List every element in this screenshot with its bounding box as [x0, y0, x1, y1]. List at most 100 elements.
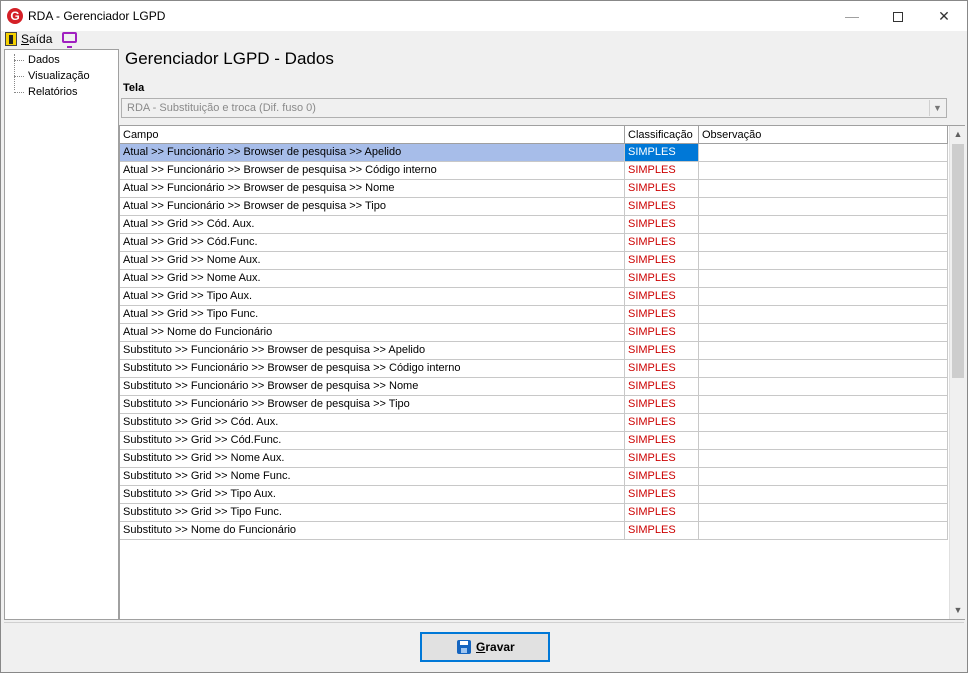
cell-classificacao[interactable]: SIMPLES — [625, 450, 699, 467]
cell-campo[interactable]: Atual >> Funcionário >> Browser de pesqu… — [120, 144, 625, 161]
cell-campo[interactable]: Substituto >> Nome do Funcionário — [120, 522, 625, 539]
cell-campo[interactable]: Atual >> Grid >> Tipo Aux. — [120, 288, 625, 305]
cell-classificacao[interactable]: SIMPLES — [625, 306, 699, 323]
cell-observacao[interactable] — [699, 468, 948, 485]
cell-campo[interactable]: Atual >> Grid >> Nome Aux. — [120, 270, 625, 287]
table-row[interactable]: Substituto >> Grid >> Nome Func. SIMPLES — [120, 468, 948, 486]
cell-observacao[interactable] — [699, 198, 948, 215]
scrollbar-thumb[interactable] — [952, 144, 964, 378]
table-row[interactable]: Atual >> Nome do Funcionário SIMPLES — [120, 324, 948, 342]
cell-campo[interactable]: Substituto >> Grid >> Nome Func. — [120, 468, 625, 485]
tree-item-relatorios[interactable]: Relatórios — [14, 84, 78, 100]
table-row[interactable]: Substituto >> Grid >> Tipo Aux. SIMPLES — [120, 486, 948, 504]
cell-classificacao[interactable]: SIMPLES — [625, 522, 699, 539]
cell-observacao[interactable] — [699, 270, 948, 287]
title-bar[interactable]: G RDA - Gerenciador LGPD — ✕ — [1, 1, 967, 31]
exit-door-icon[interactable] — [5, 32, 17, 46]
cell-observacao[interactable] — [699, 252, 948, 269]
tela-select[interactable]: RDA - Substituição e troca (Dif. fuso 0)… — [121, 98, 947, 118]
monitor-icon[interactable] — [62, 32, 77, 48]
maximize-button[interactable] — [875, 1, 921, 31]
cell-observacao[interactable] — [699, 378, 948, 395]
vertical-scrollbar[interactable]: ▲ ▼ — [949, 126, 965, 619]
cell-classificacao[interactable]: SIMPLES — [625, 378, 699, 395]
table-row[interactable]: Atual >> Grid >> Tipo Func. SIMPLES — [120, 306, 948, 324]
cell-campo[interactable]: Atual >> Nome do Funcionário — [120, 324, 625, 341]
cell-observacao[interactable] — [699, 414, 948, 431]
table-row[interactable]: Substituto >> Grid >> Cód. Aux. SIMPLES — [120, 414, 948, 432]
cell-classificacao[interactable]: SIMPLES — [625, 324, 699, 341]
cell-classificacao[interactable]: SIMPLES — [625, 234, 699, 251]
cell-classificacao[interactable]: SIMPLES — [625, 198, 699, 215]
table-row[interactable]: Atual >> Grid >> Tipo Aux. SIMPLES — [120, 288, 948, 306]
cell-classificacao[interactable]: SIMPLES — [625, 432, 699, 449]
cell-campo[interactable]: Atual >> Funcionário >> Browser de pesqu… — [120, 180, 625, 197]
cell-classificacao[interactable]: SIMPLES — [625, 252, 699, 269]
table-row[interactable]: Atual >> Grid >> Nome Aux. SIMPLES — [120, 252, 948, 270]
cell-campo[interactable]: Substituto >> Grid >> Tipo Func. — [120, 504, 625, 521]
table-row[interactable]: Atual >> Funcionário >> Browser de pesqu… — [120, 144, 948, 162]
cell-campo[interactable]: Substituto >> Funcionário >> Browser de … — [120, 360, 625, 377]
cell-observacao[interactable] — [699, 180, 948, 197]
cell-campo[interactable]: Atual >> Funcionário >> Browser de pesqu… — [120, 198, 625, 215]
table-row[interactable]: Substituto >> Funcionário >> Browser de … — [120, 360, 948, 378]
minimize-button[interactable]: — — [829, 1, 875, 31]
cell-observacao[interactable] — [699, 234, 948, 251]
cell-campo[interactable]: Atual >> Grid >> Tipo Func. — [120, 306, 625, 323]
cell-campo[interactable]: Substituto >> Funcionário >> Browser de … — [120, 396, 625, 413]
cell-classificacao[interactable]: SIMPLES — [625, 216, 699, 233]
cell-campo[interactable]: Substituto >> Funcionário >> Browser de … — [120, 378, 625, 395]
cell-classificacao[interactable]: SIMPLES — [625, 414, 699, 431]
cell-classificacao[interactable]: SIMPLES — [625, 180, 699, 197]
column-header-campo[interactable]: Campo — [120, 126, 625, 144]
menu-saida[interactable]: Saída — [21, 32, 52, 46]
table-row[interactable]: Atual >> Grid >> Cód. Aux. SIMPLES — [120, 216, 948, 234]
chevron-down-icon[interactable]: ▼ — [929, 100, 945, 116]
table-row[interactable]: Atual >> Funcionário >> Browser de pesqu… — [120, 180, 948, 198]
table-row[interactable]: Substituto >> Funcionário >> Browser de … — [120, 342, 948, 360]
cell-classificacao[interactable]: SIMPLES — [625, 486, 699, 503]
cell-classificacao[interactable]: SIMPLES — [625, 162, 699, 179]
cell-observacao[interactable] — [699, 342, 948, 359]
cell-observacao[interactable] — [699, 504, 948, 521]
cell-campo[interactable]: Substituto >> Grid >> Nome Aux. — [120, 450, 625, 467]
scroll-down-icon[interactable]: ▼ — [950, 602, 966, 619]
cell-observacao[interactable] — [699, 432, 948, 449]
cell-classificacao[interactable]: SIMPLES — [625, 144, 699, 161]
table-row[interactable]: Substituto >> Nome do Funcionário SIMPLES — [120, 522, 948, 540]
cell-observacao[interactable] — [699, 450, 948, 467]
table-row[interactable]: Atual >> Grid >> Nome Aux. SIMPLES — [120, 270, 948, 288]
table-row[interactable]: Atual >> Grid >> Cód.Func. SIMPLES — [120, 234, 948, 252]
table-row[interactable]: Substituto >> Grid >> Cód.Func. SIMPLES — [120, 432, 948, 450]
scroll-up-icon[interactable]: ▲ — [950, 126, 966, 143]
table-row[interactable]: Substituto >> Funcionário >> Browser de … — [120, 378, 948, 396]
cell-classificacao[interactable]: SIMPLES — [625, 468, 699, 485]
cell-observacao[interactable] — [699, 396, 948, 413]
cell-campo[interactable]: Substituto >> Grid >> Tipo Aux. — [120, 486, 625, 503]
cell-observacao[interactable] — [699, 144, 948, 161]
cell-campo[interactable]: Substituto >> Grid >> Cód.Func. — [120, 432, 625, 449]
cell-classificacao[interactable]: SIMPLES — [625, 270, 699, 287]
tree-item-visualizacao[interactable]: Visualização — [14, 68, 90, 84]
cell-observacao[interactable] — [699, 486, 948, 503]
cell-classificacao[interactable]: SIMPLES — [625, 396, 699, 413]
tree-item-dados[interactable]: Dados — [14, 52, 60, 68]
cell-observacao[interactable] — [699, 162, 948, 179]
close-button[interactable]: ✕ — [921, 1, 967, 31]
cell-campo[interactable]: Atual >> Grid >> Nome Aux. — [120, 252, 625, 269]
cell-classificacao[interactable]: SIMPLES — [625, 504, 699, 521]
cell-observacao[interactable] — [699, 288, 948, 305]
table-row[interactable]: Atual >> Funcionário >> Browser de pesqu… — [120, 198, 948, 216]
table-row[interactable]: Atual >> Funcionário >> Browser de pesqu… — [120, 162, 948, 180]
cell-campo[interactable]: Atual >> Grid >> Cód.Func. — [120, 234, 625, 251]
column-header-classificacao[interactable]: Classificação — [625, 126, 699, 144]
gravar-button[interactable]: Gravar — [420, 632, 550, 662]
cell-observacao[interactable] — [699, 522, 948, 539]
cell-classificacao[interactable]: SIMPLES — [625, 360, 699, 377]
table-row[interactable]: Substituto >> Funcionário >> Browser de … — [120, 396, 948, 414]
cell-campo[interactable]: Atual >> Grid >> Cód. Aux. — [120, 216, 625, 233]
cell-observacao[interactable] — [699, 324, 948, 341]
cell-observacao[interactable] — [699, 216, 948, 233]
cell-classificacao[interactable]: SIMPLES — [625, 288, 699, 305]
cell-observacao[interactable] — [699, 306, 948, 323]
